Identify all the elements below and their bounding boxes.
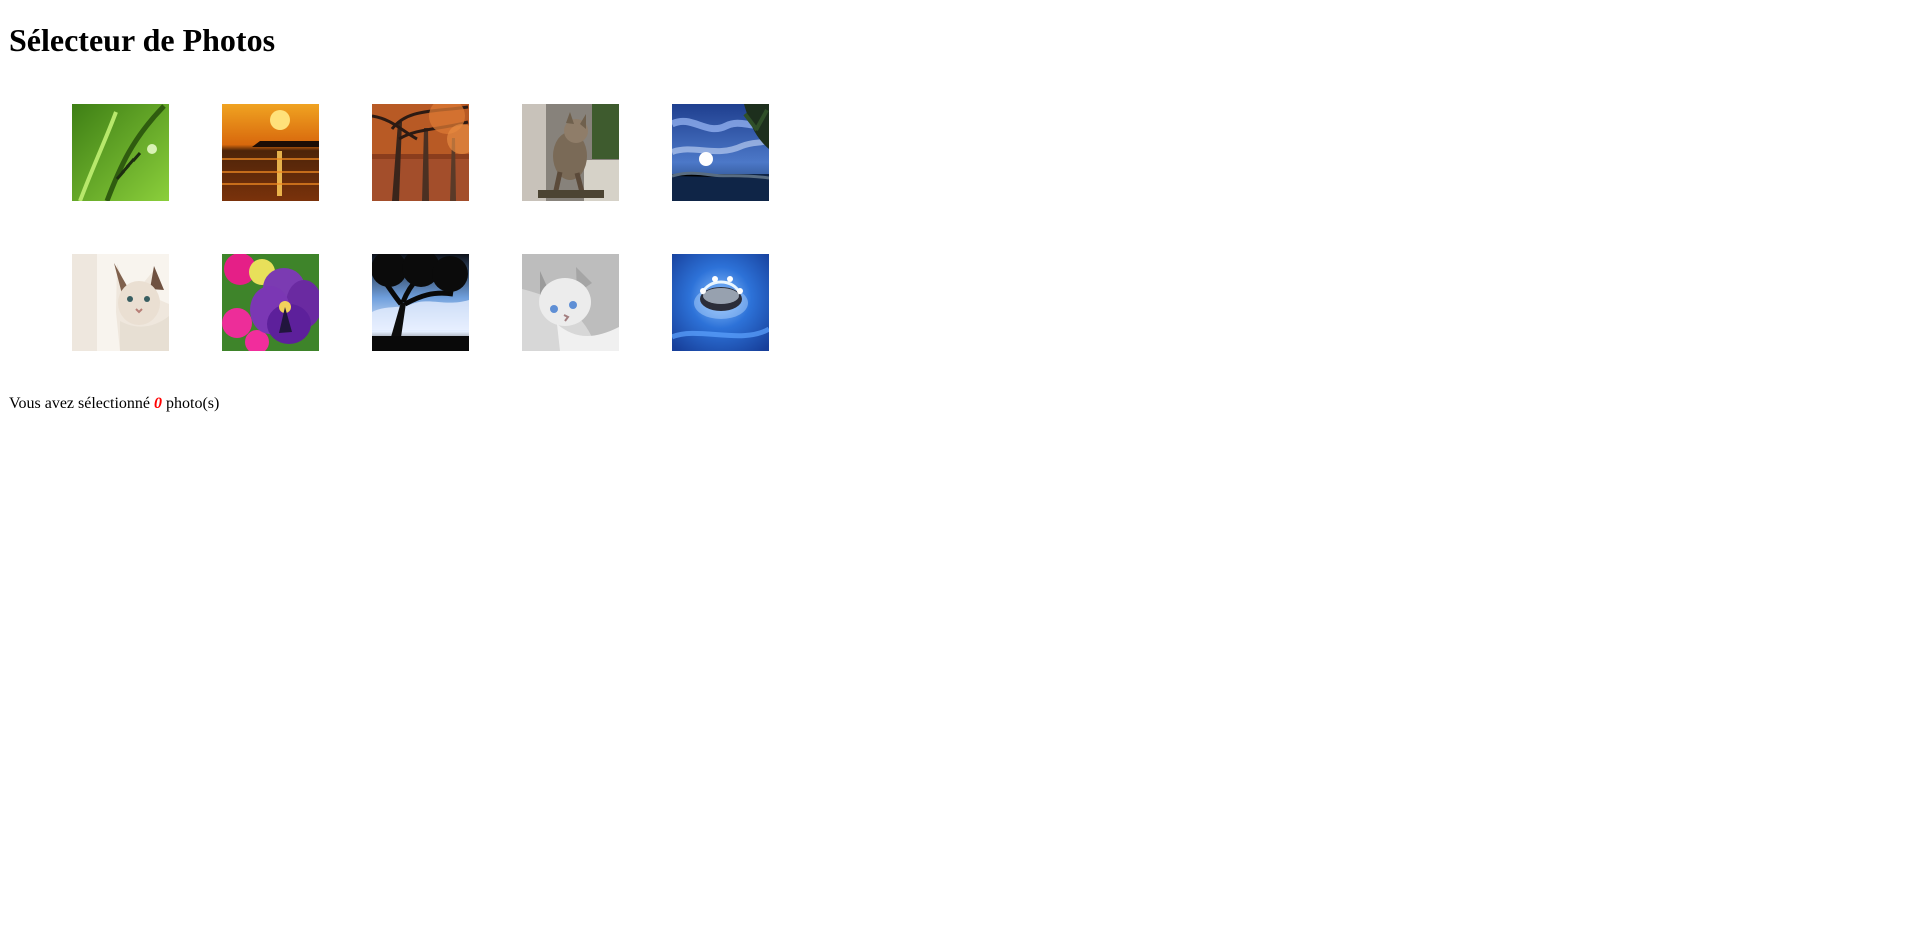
photo-thumbnail-cat-walking[interactable] [522,104,619,201]
photo-thumbnail-pansy[interactable] [222,254,319,351]
photo-thumbnail-tree-silhouette[interactable] [372,254,469,351]
pansy-flower-photo-image [222,254,319,351]
photo-thumbnail-grass[interactable] [72,104,169,201]
cat-walking-photo-image [522,104,619,201]
grass-photo-image [72,104,169,201]
photo-thumbnail-autumn-trees[interactable] [372,104,469,201]
selection-status-suffix: photo(s) [166,395,220,412]
selected-photo-count: 0 [154,395,162,412]
water-drop-photo-image [672,254,769,351]
photo-thumbnail-water-drop[interactable] [672,254,769,351]
white-cat-photo-image [72,254,169,351]
photo-thumbnail-grey-kitten[interactable] [522,254,619,351]
tree-silhouette-photo-image [372,254,469,351]
photo-thumbnail-white-cat[interactable] [72,254,169,351]
sunset-sea-photo-image [222,104,319,201]
selection-status: Vous avez sélectionné 0 photo(s) [9,394,219,414]
autumn-trees-photo-image [372,104,469,201]
grey-kitten-photo-image [522,254,619,351]
photo-grid [72,104,769,354]
photo-thumbnail-night-sky[interactable] [672,104,769,201]
night-sky-photo-image [672,104,769,201]
page-title: Sélecteur de Photos [9,22,276,58]
selection-status-prefix: Vous avez sélectionné [9,395,150,412]
photo-thumbnail-sunset[interactable] [222,104,319,201]
